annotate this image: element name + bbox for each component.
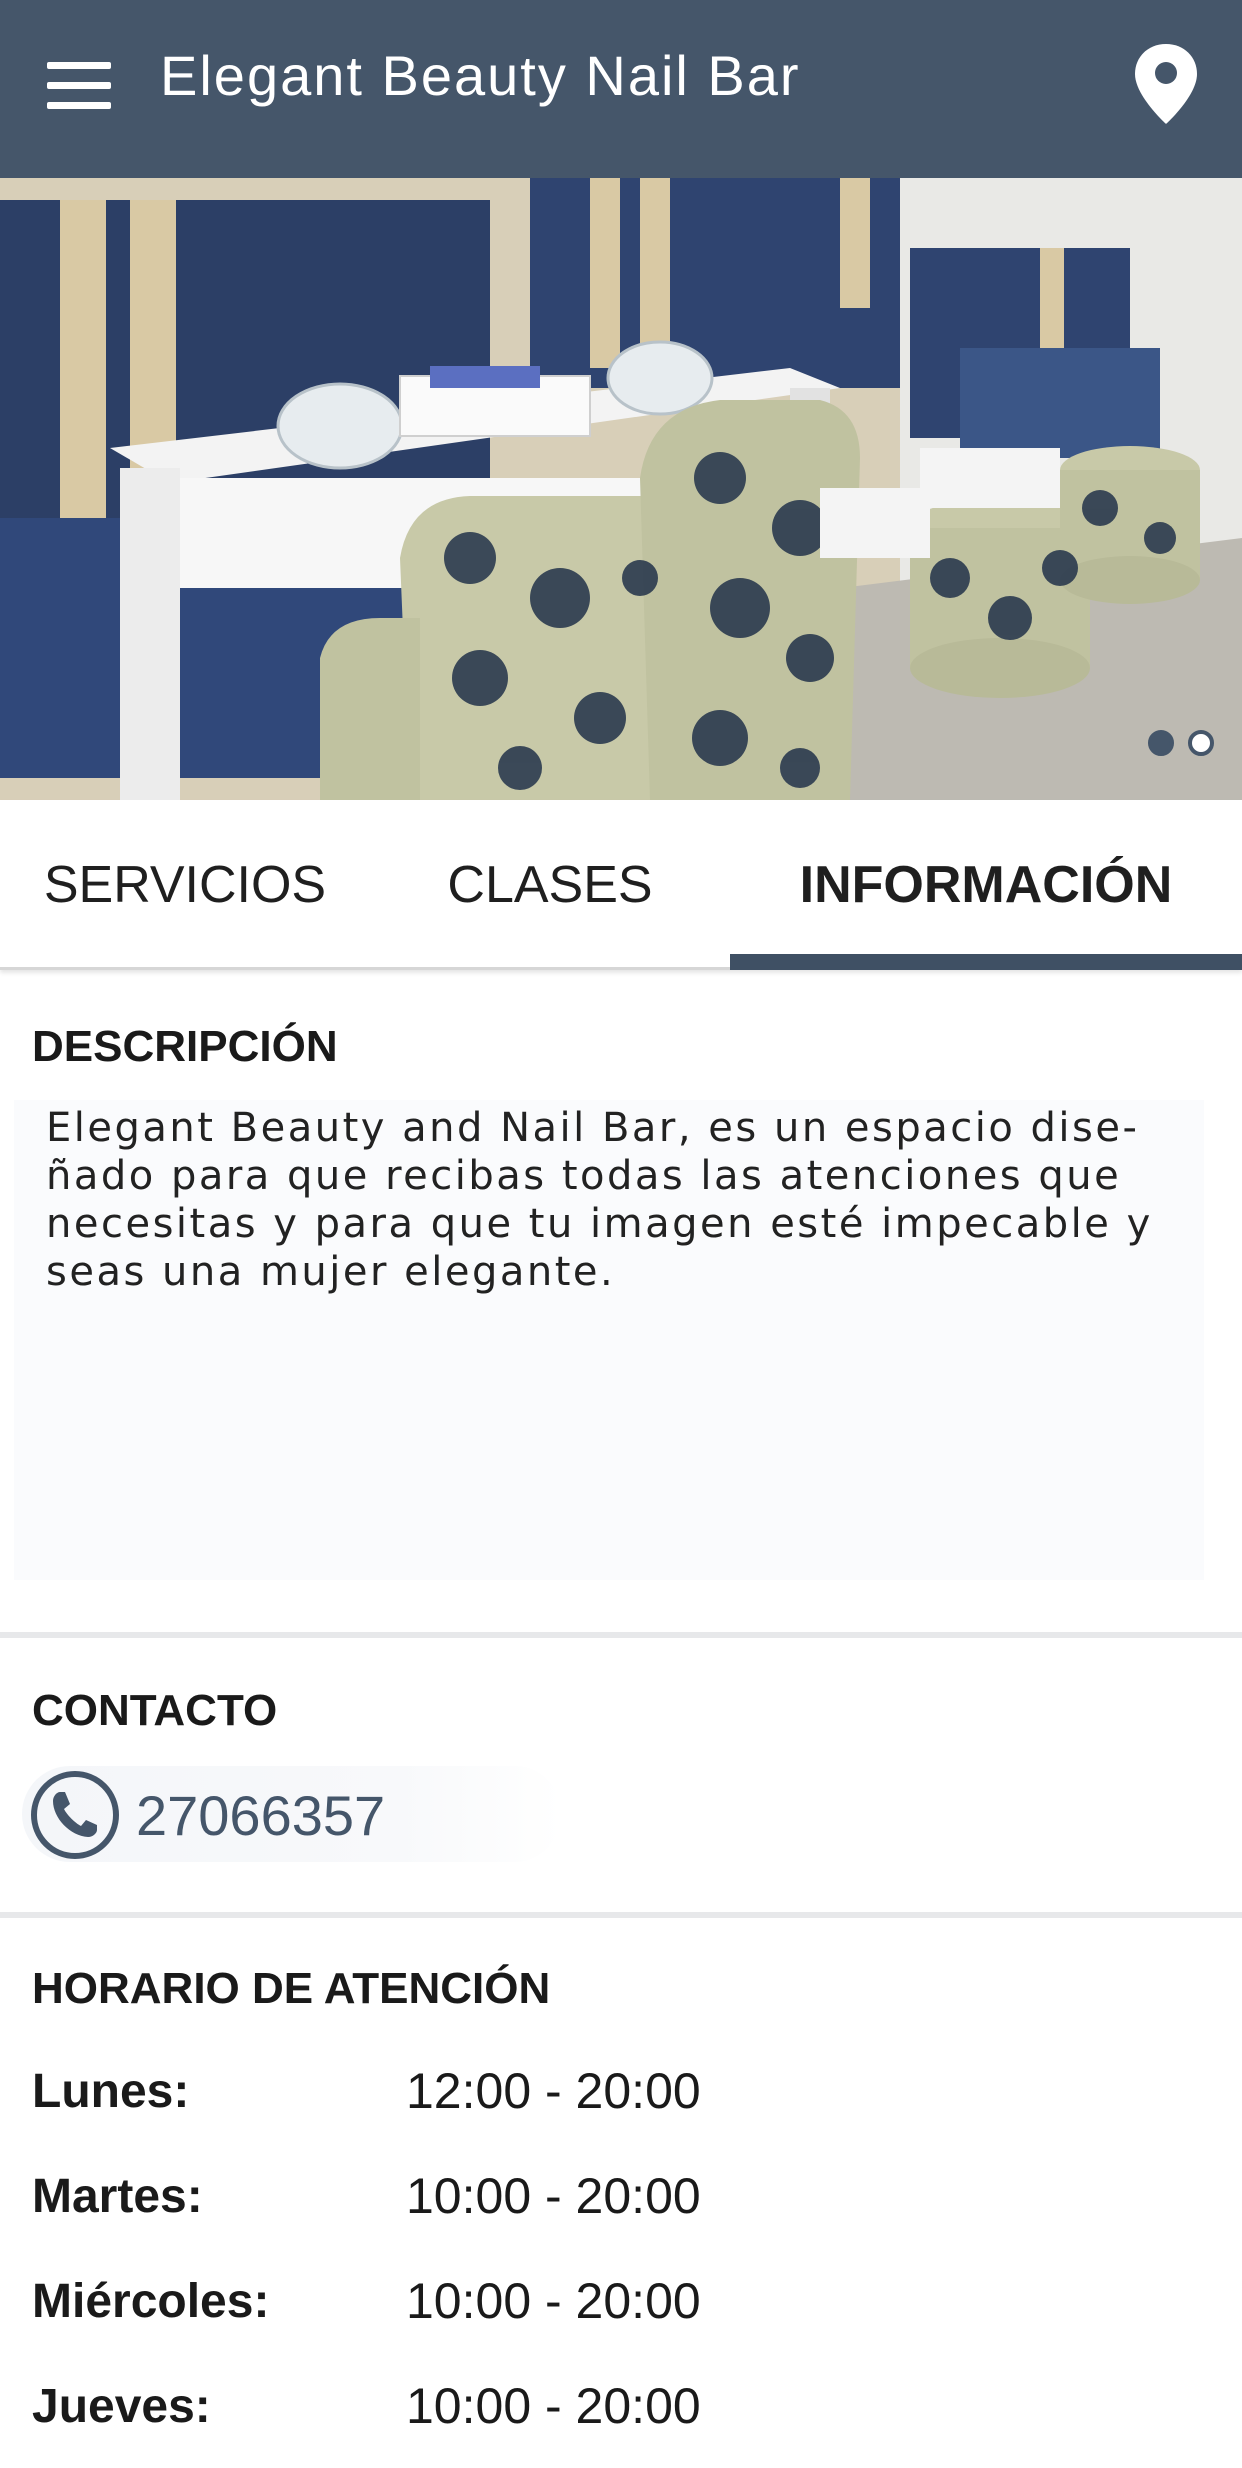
hours-time: 10:00 - 20:00 [406, 2378, 701, 2434]
app-title: Elegant Beauty Nail Bar [160, 44, 801, 107]
carousel-dot-1[interactable] [1148, 730, 1174, 756]
phone-icon [31, 1771, 119, 1859]
section-divider [0, 1912, 1242, 1918]
tab-bar: SERVICIOS CLASES INFORMACIÓN [0, 800, 1242, 970]
phone-contact-button[interactable]: 27066357 [22, 1766, 562, 1862]
app-bar: Elegant Beauty Nail Bar [0, 0, 1242, 178]
hours-title: HORARIO DE ATENCIÓN [32, 1964, 551, 2013]
map-pin-icon[interactable] [1132, 42, 1200, 126]
hours-time: 10:00 - 20:00 [406, 2168, 701, 2224]
hours-day: Martes: [32, 2170, 203, 2223]
description-line: Elegant Beauty and Nail Bar, es un espac… [46, 1105, 1140, 1151]
description-title: DESCRIPCIÓN [32, 1022, 338, 1071]
hours-time: 12:00 - 20:00 [406, 2063, 701, 2119]
hours-day: Miércoles: [32, 2275, 270, 2328]
tab-servicios[interactable]: SERVICIOS [0, 800, 370, 970]
hours-time: 10:00 - 20:00 [406, 2273, 701, 2329]
section-divider [0, 1632, 1242, 1638]
description-text: Elegant Beauty and Nail Bar, es un espac… [46, 1104, 1216, 1296]
description-line: ñado para que recibas todas las atencion… [46, 1153, 1122, 1199]
phone-number: 27066357 [136, 1784, 386, 1847]
carousel-dot-2[interactable] [1188, 730, 1214, 756]
description-line: seas una mujer elegante. [46, 1249, 616, 1295]
hours-day: Lunes: [32, 2065, 190, 2118]
salon-photo [0, 178, 1242, 800]
hours-day: Jueves: [32, 2380, 211, 2433]
contact-title: CONTACTO [32, 1686, 278, 1735]
description-line: necesitas y para que tu imagen esté impe… [46, 1201, 1153, 1247]
carousel-dots [1148, 730, 1214, 756]
salon-photo-carousel[interactable] [0, 178, 1242, 800]
active-tab-indicator [730, 954, 1242, 970]
tab-clases[interactable]: CLASES [370, 800, 730, 970]
tab-informacion[interactable]: INFORMACIÓN [730, 800, 1242, 970]
hamburger-menu-icon[interactable] [44, 58, 114, 112]
